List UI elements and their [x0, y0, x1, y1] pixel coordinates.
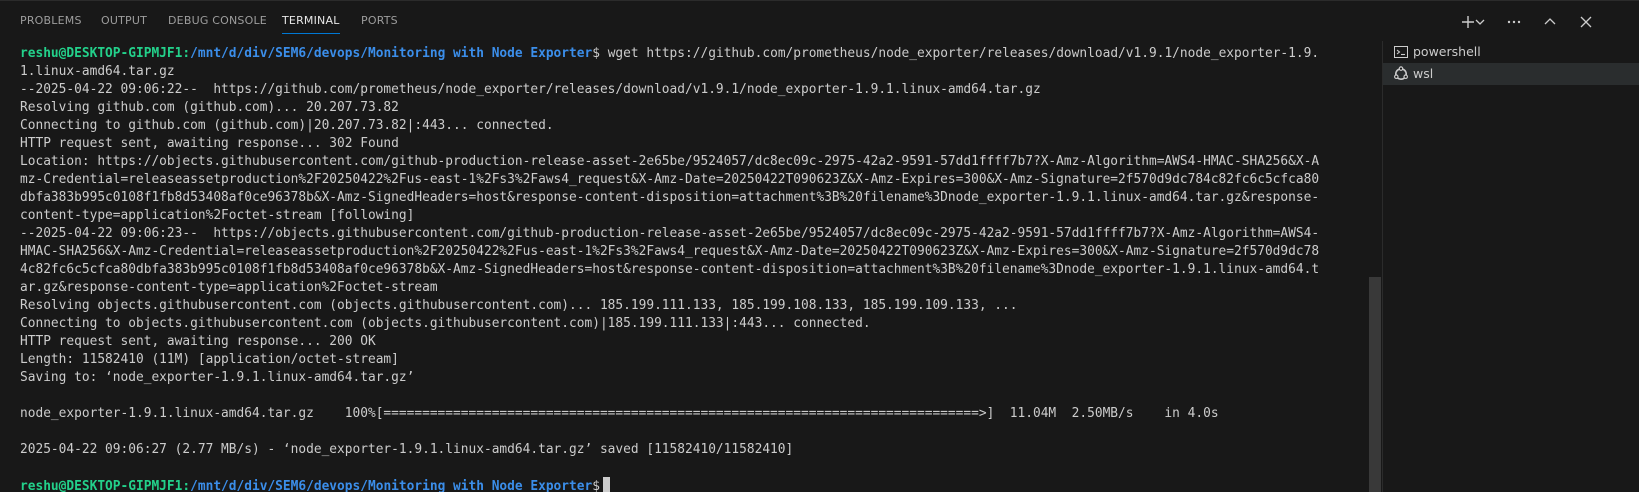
- terminal-item-wsl[interactable]: wsl: [1383, 63, 1639, 85]
- output-line: HTTP request sent, awaiting response... …: [20, 334, 376, 349]
- prompt-user: reshu@DESKTOP-GIPMJF1: [20, 479, 183, 492]
- output-line: ar.gz&response-content-type=application%…: [20, 280, 438, 295]
- tab-debug-console[interactable]: DEBUG CONSOLE: [168, 14, 267, 27]
- output-line: Saving to: ‘node_exporter-1.9.1.linux-am…: [20, 370, 415, 385]
- chevron-down-icon[interactable]: [1474, 11, 1488, 33]
- output-line: Resolving objects.githubusercontent.com …: [20, 298, 1018, 313]
- output-line: HTTP request sent, awaiting response... …: [20, 136, 399, 151]
- ellipsis-icon[interactable]: [1503, 11, 1525, 33]
- output-line: content-type=application%2Foctet-stream …: [20, 208, 415, 223]
- output-line: HMAC-SHA256&X-Amz-Credential=releaseasse…: [20, 244, 1320, 259]
- output-line: 4c82fc6c5cfca80dbfa383b995c0108f1fb8d534…: [20, 262, 1320, 277]
- output-line: Length: 11582410 (11M) [application/octe…: [20, 352, 399, 367]
- prompt-symbol: $: [592, 479, 600, 492]
- terminal-cursor: [602, 477, 610, 492]
- tab-ports[interactable]: PORTS: [361, 14, 398, 27]
- output-line: Resolving github.com (github.com)... 20.…: [20, 100, 399, 115]
- chevron-up-icon[interactable]: [1539, 11, 1561, 33]
- tab-output[interactable]: OUTPUT: [101, 14, 147, 27]
- scrollbar-thumb[interactable]: [1369, 277, 1381, 492]
- command-text: wget https://github.com/prometheus/node_…: [599, 46, 1320, 61]
- progress-line: node_exporter-1.9.1.linux-amd64.tar.gz 1…: [20, 406, 1219, 421]
- output-line: mz-Credential=releaseassetproduction%2F2…: [20, 172, 1320, 187]
- prompt-user: reshu@DESKTOP-GIPMJF1: [20, 46, 183, 61]
- terminal-item-label: wsl: [1413, 66, 1434, 81]
- prompt-path: /mnt/d/div/SEM6/devops/Monitoring with N…: [190, 479, 593, 492]
- linux-icon: [1393, 66, 1409, 82]
- tab-terminal[interactable]: TERMINAL: [282, 14, 340, 34]
- terminal-panel: PROBLEMS OUTPUT DEBUG CONSOLE TERMINAL P…: [0, 0, 1639, 492]
- tab-problems[interactable]: PROBLEMS: [20, 14, 82, 27]
- output-line: Connecting to objects.githubusercontent.…: [20, 316, 871, 331]
- prompt-symbol: $: [592, 46, 600, 61]
- terminal-item-powershell[interactable]: powershell: [1383, 41, 1639, 63]
- terminal-icon: [1393, 44, 1409, 60]
- terminal-scrollbar[interactable]: [1369, 45, 1381, 492]
- terminal-output[interactable]: reshu@DESKTOP-GIPMJF1:/mnt/d/div/SEM6/de…: [20, 45, 1365, 492]
- close-icon[interactable]: [1575, 11, 1597, 33]
- output-line: --2025-04-22 09:06:23-- https://objects.…: [20, 226, 1320, 241]
- panel-actions: [1457, 11, 1627, 33]
- prompt-separator: :: [182, 479, 191, 492]
- output-line: 2025-04-22 09:06:27 (2.77 MB/s) - ‘node_…: [20, 442, 794, 457]
- panel-tab-bar: PROBLEMS OUTPUT DEBUG CONSOLE TERMINAL P…: [0, 1, 1639, 43]
- terminal-list: powershell wsl: [1382, 41, 1639, 492]
- output-line: Connecting to github.com (github.com)|20…: [20, 118, 554, 133]
- output-line: 1.linux-amd64.tar.gz: [20, 64, 175, 79]
- terminal-item-label: powershell: [1413, 44, 1481, 59]
- prompt-path: /mnt/d/div/SEM6/devops/Monitoring with N…: [190, 46, 593, 61]
- output-line: --2025-04-22 09:06:22-- https://github.c…: [20, 82, 1041, 97]
- output-line: Location: https://objects.githubusercont…: [20, 154, 1320, 169]
- output-line: dbfa383b995c0108f1fb8d53408af0ce96378b&X…: [20, 190, 1320, 205]
- prompt-line: reshu@DESKTOP-GIPMJF1:/mnt/d/div/SEM6/de…: [20, 477, 610, 492]
- prompt-separator: :: [182, 46, 191, 61]
- prompt-line: reshu@DESKTOP-GIPMJF1:/mnt/d/div/SEM6/de…: [20, 45, 1319, 63]
